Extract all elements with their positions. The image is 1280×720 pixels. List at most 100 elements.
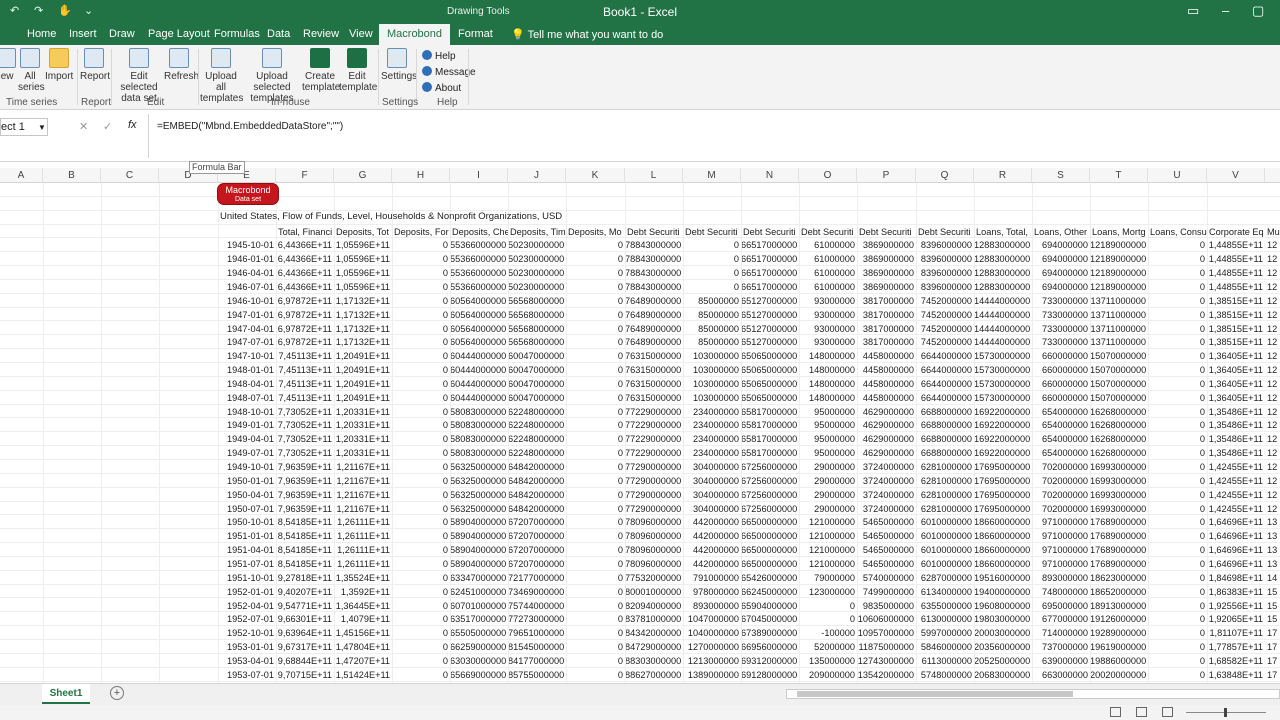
cell[interactable]: 148000000 — [799, 350, 857, 363]
cell[interactable]: 7452000000 — [916, 336, 974, 349]
cell[interactable]: 0 — [392, 572, 450, 585]
cell[interactable]: 103000000 — [683, 392, 741, 405]
cell[interactable]: 304000000 — [683, 503, 741, 516]
cell[interactable]: 1,20331E+11 — [334, 433, 392, 446]
cell[interactable]: 77290000000 — [625, 475, 683, 488]
cell[interactable]: 9,67317E+11 — [276, 641, 334, 654]
cell[interactable]: 1,36445E+11 — [334, 600, 392, 613]
cell[interactable]: 1946-10-01 — [218, 295, 276, 308]
cell[interactable]: 88627000000 — [625, 669, 683, 682]
cell[interactable]: 5465000000 — [857, 544, 916, 557]
cell[interactable]: 56325000000 — [450, 489, 508, 502]
cell[interactable]: 1950-04-01 — [218, 489, 276, 502]
cell[interactable]: 8396000000 — [916, 267, 974, 280]
cell[interactable]: 1,17132E+11 — [334, 323, 392, 336]
cell[interactable]: 15730000000 — [974, 350, 1032, 363]
cell[interactable]: 1,64696E+11 — [1207, 530, 1265, 543]
cell[interactable]: 12 — [1265, 267, 1280, 280]
column-header-k[interactable]: K — [566, 168, 625, 183]
cell[interactable]: 714000000 — [1032, 627, 1090, 640]
cell[interactable]: 84729000000 — [625, 641, 683, 654]
cell[interactable]: 1,42455E+11 — [1207, 461, 1265, 474]
cell[interactable]: 702000000 — [1032, 461, 1090, 474]
cell[interactable]: 9,70715E+11 — [276, 669, 334, 682]
cell[interactable]: 1,35486E+11 — [1207, 447, 1265, 460]
cell[interactable]: 0 — [566, 503, 625, 516]
cell[interactable]: 17 — [1265, 627, 1280, 640]
column-header-s[interactable]: S — [1032, 168, 1090, 183]
cell[interactable]: 15730000000 — [974, 364, 1032, 377]
maximize-icon[interactable]: ▢ — [1252, 3, 1264, 19]
cell[interactable]: 6010000000 — [916, 530, 974, 543]
cell[interactable]: 1,05596E+11 — [334, 253, 392, 266]
cell[interactable]: 12 — [1265, 253, 1280, 266]
cell[interactable]: 1,20491E+11 — [334, 392, 392, 405]
cell[interactable]: 3869000000 — [857, 239, 916, 252]
cell[interactable]: 6,97872E+11 — [276, 309, 334, 322]
cell[interactable]: 0 — [1148, 406, 1207, 419]
cell[interactable]: 15 — [1265, 600, 1280, 613]
scrollbar-thumb[interactable] — [797, 691, 1073, 697]
cell[interactable]: 0 — [566, 378, 625, 391]
cell[interactable]: 13711000000 — [1090, 309, 1148, 322]
cell[interactable]: 12189000000 — [1090, 267, 1148, 280]
cell[interactable]: 95000000 — [799, 419, 857, 432]
cell[interactable]: 17689000000 — [1090, 558, 1148, 571]
cell[interactable]: 7,96359E+11 — [276, 461, 334, 474]
cell[interactable]: 1953-07-01 — [218, 669, 276, 682]
cell[interactable]: 12 — [1265, 239, 1280, 252]
cell[interactable]: 1948-10-01 — [218, 406, 276, 419]
cell[interactable]: 893000000 — [683, 600, 741, 613]
cell[interactable]: 0 — [392, 627, 450, 640]
cell[interactable]: 0 — [566, 447, 625, 460]
cell[interactable]: 67256000000 — [741, 461, 799, 474]
cell[interactable]: 66259000000 — [450, 641, 508, 654]
cell[interactable]: 6,44366E+11 — [276, 253, 334, 266]
cell[interactable]: 12883000000 — [974, 253, 1032, 266]
cell[interactable]: 1,26111E+11 — [334, 530, 392, 543]
cell[interactable]: 1952-04-01 — [218, 600, 276, 613]
cell[interactable]: 0 — [566, 295, 625, 308]
cell[interactable]: 737000000 — [1032, 641, 1090, 654]
cell[interactable]: 18660000000 — [974, 516, 1032, 529]
cell[interactable]: 6113000000 — [916, 655, 974, 668]
cell[interactable]: 1,42455E+11 — [1207, 489, 1265, 502]
cell[interactable]: 82094000000 — [625, 600, 683, 613]
cell[interactable]: 1,47207E+11 — [334, 655, 392, 668]
cell[interactable]: 7,96359E+11 — [276, 489, 334, 502]
cell[interactable]: 0 — [392, 669, 450, 682]
cell[interactable]: 58083000000 — [450, 447, 508, 460]
cell[interactable]: 654000000 — [1032, 447, 1090, 460]
cell[interactable]: Debt Securiti — [857, 226, 916, 239]
cell[interactable]: 65817000000 — [741, 419, 799, 432]
cell[interactable]: 1213000000 — [683, 655, 741, 668]
cell[interactable]: 0 — [1148, 530, 1207, 543]
cell[interactable]: 85000000 — [683, 295, 741, 308]
cell[interactable]: 60564000000 — [450, 323, 508, 336]
cell[interactable]: 12 — [1265, 447, 1280, 460]
cell[interactable]: 67207000000 — [508, 558, 566, 571]
cell[interactable]: 13542000000 — [857, 669, 916, 682]
cell[interactable]: 12883000000 — [974, 239, 1032, 252]
cell[interactable]: 12 — [1265, 295, 1280, 308]
ribbon-display-options-icon[interactable]: ▭ — [1187, 3, 1199, 19]
cell[interactable]: 0 — [566, 475, 625, 488]
import-button[interactable]: Import — [45, 48, 73, 82]
cell[interactable]: 1,20331E+11 — [334, 447, 392, 460]
cell[interactable]: 0 — [566, 669, 625, 682]
cell[interactable]: 0 — [566, 267, 625, 280]
cell[interactable]: 14444000000 — [974, 309, 1032, 322]
cell[interactable]: 0 — [392, 655, 450, 668]
cell[interactable]: 1,21167E+11 — [334, 503, 392, 516]
cell[interactable]: Debt Securiti — [683, 226, 741, 239]
cell[interactable]: 0 — [1148, 544, 1207, 557]
cell[interactable]: 67207000000 — [508, 516, 566, 529]
cell[interactable]: 1947-01-01 — [218, 309, 276, 322]
cell[interactable]: 1952-07-01 — [218, 613, 276, 626]
cell[interactable]: 0 — [392, 419, 450, 432]
cell[interactable]: 0 — [1148, 336, 1207, 349]
cell[interactable]: 16922000000 — [974, 433, 1032, 446]
tab-format[interactable]: Format — [458, 28, 493, 40]
cell[interactable]: 8396000000 — [916, 253, 974, 266]
cell[interactable]: Debt Securiti — [741, 226, 799, 239]
